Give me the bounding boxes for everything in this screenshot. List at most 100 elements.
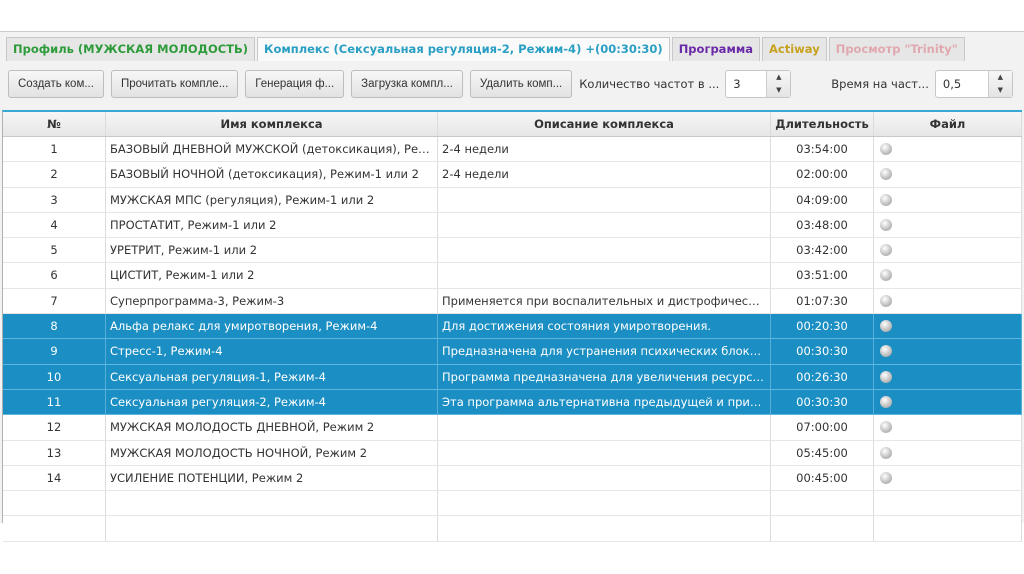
table-row[interactable]: 2 БАЗОВЫЙ НОЧНОЙ (детоксикация), Режим-1 … — [3, 162, 1022, 188]
time-per-freq-value[interactable]: 0,5 — [936, 71, 988, 97]
table-row[interactable]: 8 Альфа релакс для умиротворения, Режим-4… — [3, 314, 1022, 340]
complex-table: № Имя комплекса Описание комплекса Длите… — [2, 110, 1022, 542]
cell-number: 7 — [3, 288, 106, 314]
file-status-icon — [880, 269, 892, 282]
cell-file — [874, 162, 1022, 187]
cell-number: 3 — [3, 187, 106, 212]
table-row[interactable]: 3 МУЖСКАЯ МПС (регуляция), Режим-1 или 2 0… — [3, 187, 1022, 213]
column-header-name[interactable]: Имя комплекса — [106, 112, 438, 136]
column-header-duration[interactable]: Длительность — [771, 112, 874, 136]
table-row[interactable]: 6 ЦИСТИТ, Режим-1 или 2 03:51:00 — [3, 263, 1022, 289]
cell-name: ПРОСТАТИТ, Режим-1 или 2 — [106, 212, 438, 238]
time-per-freq-spinner[interactable]: 0,5 ▲ ▼ — [934, 70, 1013, 98]
file-status-icon — [880, 370, 892, 383]
table-row[interactable]: 1 БАЗОВЫЙ ДНЕВНОЙ МУЖСКОЙ (детоксикация),… — [3, 137, 1022, 163]
freq-count-value[interactable]: 3 — [726, 71, 766, 97]
cell-description: Эта программа альтернативна предыдущей и… — [438, 389, 771, 415]
cell-description: Применяется при воспалительных и дистроф… — [438, 288, 771, 314]
cell-description: 2-4 недели — [438, 162, 771, 187]
table-row[interactable]: 7 Суперпрограмма-3, Режим-3 Применяется пр… — [3, 288, 1022, 315]
freq-count-label: Количество частот в ... — [579, 77, 720, 91]
cell-description — [438, 465, 771, 491]
time-per-freq-label: Время на част... — [831, 77, 929, 91]
cell-name: Сексуальная регуляция-2, Режим-4 — [106, 389, 438, 415]
cell-description — [438, 263, 771, 288]
cell-description — [438, 238, 771, 263]
cell-file — [874, 263, 1022, 288]
cell-name: МУЖСКАЯ МОЛОДОСТЬ НОЧНОЙ, Режим 2 — [106, 440, 438, 465]
cell-name: ЦИСТИТ, Режим-1 или 2 — [106, 263, 438, 288]
column-header-file[interactable]: Файл — [874, 112, 1022, 136]
cell-file — [874, 288, 1022, 314]
file-status-icon — [880, 421, 892, 434]
load-complex-button[interactable]: Загрузка компл... — [351, 70, 463, 98]
increment-icon[interactable]: ▲ — [767, 71, 790, 84]
tab-0[interactable]: Профиль (МУЖСКАЯ МОЛОДОСТЬ) — [6, 37, 256, 61]
tab-4[interactable]: Просмотр "Trinity" — [828, 37, 965, 61]
cell-number: 11 — [3, 389, 106, 415]
freq-count-spinner[interactable]: 3 ▲ ▼ — [725, 70, 792, 98]
cell-duration: 00:30:30 — [771, 339, 874, 364]
cell-name: Сексуальная регуляция-1, Режим-4 — [106, 364, 438, 389]
cell-file — [874, 389, 1022, 415]
column-header-description[interactable]: Описание комплекса — [438, 112, 771, 136]
cell-description — [438, 440, 771, 465]
tab-2[interactable]: Программа — [671, 37, 761, 61]
read-complex-button[interactable]: Прочитать компле... — [110, 70, 239, 98]
table-row[interactable]: 12 МУЖСКАЯ МОЛОДОСТЬ ДНЕВНОЙ, Режим 2 07:0… — [3, 415, 1022, 441]
cell-file — [874, 238, 1022, 263]
table-row[interactable]: 11 Сексуальная регуляция-2, Режим-4 Эта пр… — [3, 389, 1022, 416]
tab-3[interactable]: Actiway — [762, 37, 827, 61]
table-row[interactable]: 9 Стресс-1, Режим-4 Предназначена для устр… — [3, 339, 1022, 365]
table-row[interactable]: 13 МУЖСКАЯ МОЛОДОСТЬ НОЧНОЙ, Режим 2 05:45… — [3, 440, 1022, 466]
cell-file — [874, 137, 1022, 162]
cell-duration: 05:45:00 — [771, 440, 874, 465]
file-status-icon — [880, 294, 892, 307]
cell-description — [438, 212, 771, 238]
file-status-icon — [880, 143, 892, 155]
delete-complex-button[interactable]: Удалить комп... — [469, 70, 573, 98]
cell-duration: 03:51:00 — [771, 263, 874, 288]
table-row[interactable]: 4 ПРОСТАТИТ, Режим-1 или 2 03:48:00 — [3, 212, 1022, 239]
file-status-icon — [880, 320, 892, 333]
cell-file — [874, 440, 1022, 465]
cell-description — [438, 415, 771, 440]
table-header: № Имя комплекса Описание комплекса Длите… — [3, 112, 1022, 137]
create-complex-button[interactable]: Создать ком... — [8, 70, 104, 98]
decrement-icon[interactable]: ▼ — [989, 84, 1012, 97]
tab-bar: Профиль (МУЖСКАЯ МОЛОДОСТЬ) Комплекс (Сек… — [6, 37, 965, 61]
cell-duration: 00:26:30 — [771, 364, 874, 389]
generate-button[interactable]: Генерация ф... — [245, 70, 345, 98]
cell-duration: 03:42:00 — [771, 238, 874, 263]
table-row[interactable]: 10 Сексуальная регуляция-1, Режим-4 Програ… — [3, 364, 1022, 390]
cell-number: 4 — [3, 212, 106, 238]
file-status-icon — [880, 244, 892, 257]
file-status-icon — [880, 395, 892, 408]
cell-duration: 03:54:00 — [771, 137, 874, 162]
cell-number: 1 — [3, 137, 106, 162]
app-window: Профиль (МУЖСКАЯ МОЛОДОСТЬ) Комплекс (Сек… — [0, 31, 1024, 542]
file-status-icon — [880, 193, 892, 206]
table-row[interactable]: 5 УРЕТРИТ, Режим-1 или 2 03:42:00 — [3, 238, 1022, 264]
file-status-icon — [880, 218, 892, 231]
increment-icon[interactable]: ▲ — [989, 71, 1012, 84]
decrement-icon[interactable]: ▼ — [767, 84, 790, 97]
cell-file — [874, 314, 1022, 339]
cell-duration: 02:00:00 — [771, 162, 874, 187]
cell-number: 14 — [3, 465, 106, 491]
cell-number: 6 — [3, 263, 106, 288]
cell-number: 12 — [3, 415, 106, 440]
cell-name: Суперпрограмма-3, Режим-3 — [106, 288, 438, 314]
column-header-number[interactable]: № — [3, 112, 106, 136]
cell-duration: 07:00:00 — [771, 415, 874, 440]
cell-name: БАЗОВЫЙ НОЧНОЙ (детоксикация), Режим-1 и… — [106, 162, 438, 187]
cell-number: 5 — [3, 238, 106, 263]
cell-description: Программа предназначена для увеличения р… — [438, 364, 771, 389]
cell-name: УРЕТРИТ, Режим-1 или 2 — [106, 238, 438, 263]
table-row[interactable]: 14 УСИЛЕНИЕ ПОТЕНЦИИ, Режим 2 00:45:00 — [3, 465, 1022, 492]
cell-file — [874, 465, 1022, 491]
tab-1[interactable]: Комплекс (Сексуальная регуляция-2, Режим… — [257, 37, 670, 61]
empty-row — [3, 516, 1022, 542]
cell-duration: 00:45:00 — [771, 465, 874, 491]
cell-file — [874, 364, 1022, 389]
